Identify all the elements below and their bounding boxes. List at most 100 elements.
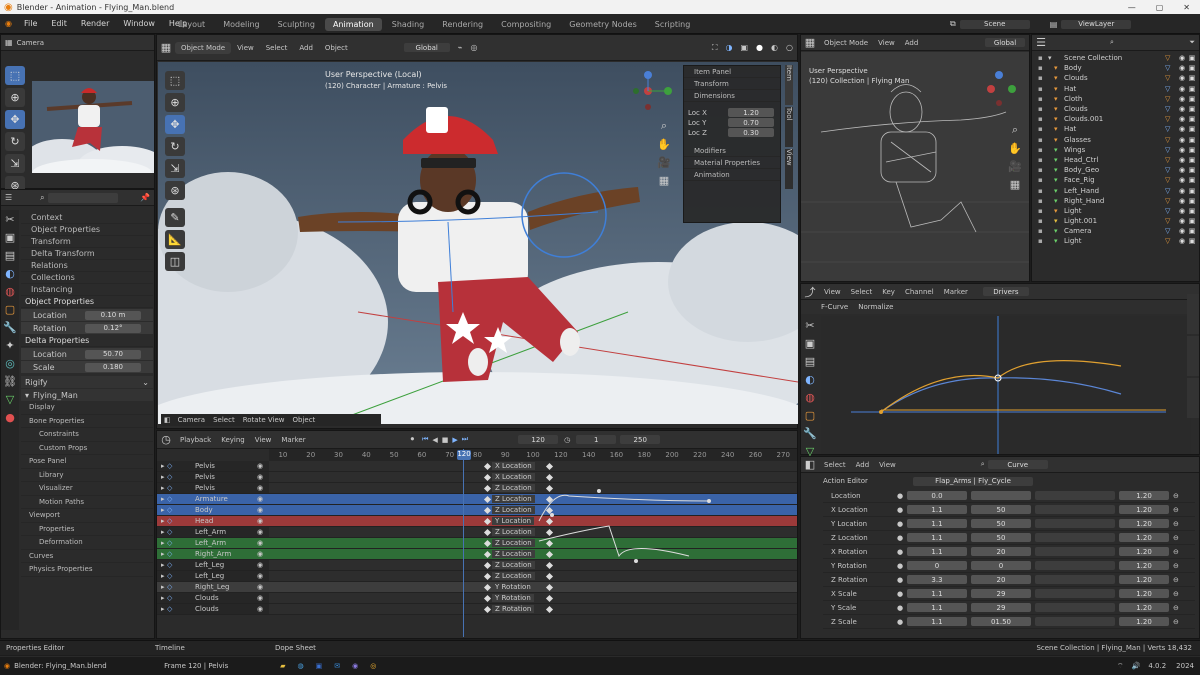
prop-section[interactable]: Instancing bbox=[21, 284, 153, 296]
menu-edit[interactable]: Edit bbox=[44, 19, 74, 28]
checkbox-icon[interactable]: ▪ bbox=[1038, 54, 1048, 62]
editor-type-icon[interactable]: ▦ bbox=[157, 39, 175, 57]
driver-field-b[interactable]: 20 bbox=[971, 575, 1031, 584]
eye-icon[interactable]: ◉ bbox=[1177, 207, 1187, 215]
driver-field-value[interactable]: 1.20 bbox=[1119, 603, 1169, 612]
expand-icon[interactable]: ▸ bbox=[157, 484, 167, 492]
link-icon[interactable]: ⊖ bbox=[1173, 562, 1183, 570]
eye-icon[interactable]: ◉ bbox=[1177, 217, 1187, 225]
jump-start-icon[interactable]: ⏮ bbox=[422, 435, 428, 444]
outliner-item[interactable]: ▪ ▾ Cloth ▽ ◉ ▣ bbox=[1038, 94, 1197, 104]
rendered-shading-icon[interactable]: ○ bbox=[782, 43, 797, 52]
link-icon[interactable]: ⊖ bbox=[1173, 548, 1183, 556]
eye-icon[interactable]: ◉ bbox=[1177, 227, 1187, 235]
tree-item[interactable]: Library bbox=[21, 469, 153, 482]
checkbox-icon[interactable]: ▪ bbox=[1038, 136, 1048, 144]
viewport-menu-object[interactable]: Object bbox=[319, 44, 354, 52]
checkbox-icon[interactable]: ▪ bbox=[1038, 95, 1048, 103]
outliner-item[interactable]: ▪ ▾ Light ▽ ◉ ▣ bbox=[1038, 236, 1197, 246]
outliner-item[interactable]: ▪ ▾ Body_Geo ▽ ◉ ▣ bbox=[1038, 165, 1197, 175]
camera-icon[interactable]: ▣ bbox=[1187, 136, 1197, 144]
tree-item[interactable]: Deformation bbox=[21, 536, 153, 550]
tree-item[interactable]: Custom Props bbox=[21, 442, 153, 455]
camera-icon[interactable]: ▣ bbox=[1187, 74, 1197, 82]
outliner-editor-icon[interactable]: ☰ bbox=[1032, 34, 1050, 52]
driver-field-b[interactable]: 0 bbox=[971, 561, 1031, 570]
right-viewport-mode[interactable]: Object Mode bbox=[819, 39, 873, 47]
outliner-item[interactable]: ▪ ▾ Body ▽ ◉ ▣ bbox=[1038, 63, 1197, 73]
n-panel-section[interactable]: Material Properties bbox=[684, 157, 780, 169]
pan-hand-icon[interactable]: ✋ bbox=[1006, 139, 1024, 157]
eye-icon[interactable]: ◉ bbox=[257, 484, 269, 492]
scale-icon[interactable]: ⇲ bbox=[165, 159, 185, 178]
graph-editor-icon[interactable]: ⤴ bbox=[801, 283, 819, 301]
editor-type-icon[interactable]: ▦ bbox=[1, 38, 17, 47]
tab-scripting[interactable]: Scripting bbox=[647, 18, 699, 31]
driver-field-c[interactable] bbox=[1035, 491, 1115, 500]
channel-row[interactable]: ▸ ◇ Clouds ◉ bbox=[157, 593, 269, 604]
tab-rendering[interactable]: Rendering bbox=[434, 18, 491, 31]
editor-type-icon[interactable]: ▦ bbox=[801, 34, 819, 52]
driver-field-c[interactable] bbox=[1035, 533, 1115, 542]
channel-row[interactable]: ▸ ◇ Head ◉ bbox=[157, 516, 269, 527]
rig-dropdown[interactable]: Rigify ⌄ bbox=[21, 376, 153, 388]
eye-icon[interactable]: ◉ bbox=[257, 528, 269, 536]
eye-icon[interactable]: ◉ bbox=[1177, 64, 1187, 72]
driver-editor-icon[interactable]: ◧ bbox=[801, 456, 819, 474]
menu-render[interactable]: Render bbox=[74, 19, 116, 28]
driver-field-a[interactable]: 1.1 bbox=[907, 547, 967, 556]
expand-icon[interactable]: ▸ bbox=[157, 561, 167, 569]
record-icon[interactable]: ⏺ bbox=[411, 435, 415, 444]
outliner-item[interactable]: ▪ ▾ Wings ▽ ◉ ▣ bbox=[1038, 145, 1197, 155]
proportional-icon[interactable]: ◎ bbox=[471, 43, 478, 52]
viewport-menu-view[interactable]: View bbox=[231, 44, 260, 52]
expand-icon[interactable]: ▸ bbox=[157, 473, 167, 481]
camera-icon[interactable]: ▣ bbox=[1187, 217, 1197, 225]
footer-item[interactable]: Rotate View bbox=[239, 416, 289, 424]
checkbox-icon[interactable]: ▪ bbox=[1038, 237, 1048, 245]
expand-icon[interactable]: ▸ bbox=[157, 528, 167, 536]
timeline-menu[interactable]: Keying bbox=[216, 436, 250, 444]
xray-toggle-icon[interactable]: ▣ bbox=[736, 43, 752, 52]
prop-section[interactable]: Collections bbox=[21, 272, 153, 284]
driver-field-c[interactable] bbox=[1035, 617, 1115, 626]
modifier-icon[interactable]: 🔧 bbox=[801, 424, 819, 442]
checkbox-icon[interactable]: ▪ bbox=[1038, 217, 1048, 225]
driver-field-b[interactable]: 29 bbox=[971, 603, 1031, 612]
driver-field-c[interactable] bbox=[1035, 561, 1115, 570]
tab-modeling[interactable]: Modeling bbox=[215, 18, 267, 31]
object-icon[interactable]: ▢ bbox=[801, 406, 819, 424]
driver-field-value[interactable]: 1.20 bbox=[1119, 561, 1169, 570]
eye-icon[interactable]: ◉ bbox=[257, 517, 269, 525]
checkbox-icon[interactable]: ▪ bbox=[1038, 74, 1048, 82]
physics-tab-icon[interactable]: ◎ bbox=[1, 354, 19, 372]
driver-field-value[interactable]: 1.20 bbox=[1119, 491, 1169, 500]
footer-item[interactable]: Camera bbox=[174, 416, 209, 424]
graph-mode-dropdown[interactable]: Drivers bbox=[982, 287, 1029, 296]
camera-icon[interactable]: ▣ bbox=[1187, 54, 1197, 62]
link-icon[interactable]: ⊖ bbox=[1173, 492, 1183, 500]
playhead-label[interactable]: 120 bbox=[457, 450, 471, 460]
channel-row[interactable]: ▸ ◇ Pelvis ◉ bbox=[157, 461, 269, 472]
tree-item[interactable]: Viewport bbox=[21, 509, 153, 523]
channel-row[interactable]: ▸ ◇ Pelvis ◉ bbox=[157, 483, 269, 494]
stop-icon[interactable]: ■ bbox=[442, 436, 449, 444]
tree-item[interactable]: Constraints bbox=[21, 428, 153, 442]
eye-icon[interactable]: ◉ bbox=[1177, 156, 1187, 164]
scene-tab-icon[interactable]: ◐ bbox=[1, 264, 19, 282]
grid-icon[interactable]: ▦ bbox=[655, 171, 673, 189]
camera-icon[interactable]: ▣ bbox=[1187, 156, 1197, 164]
expand-icon[interactable]: ▸ bbox=[157, 550, 167, 558]
eye-icon[interactable]: ◉ bbox=[1177, 105, 1187, 113]
cursor-tool-icon[interactable]: ⊕ bbox=[5, 88, 25, 107]
data-tab-icon[interactable]: ▽ bbox=[1, 390, 19, 408]
pin-icon[interactable]: 📌 bbox=[140, 193, 154, 202]
driver-field-value[interactable]: 1.20 bbox=[1119, 575, 1169, 584]
tree-item[interactable]: Pose Panel bbox=[21, 455, 153, 469]
right-viewport-menu[interactable]: View bbox=[873, 39, 900, 47]
right-navigation-gizmo[interactable] bbox=[986, 65, 1026, 115]
checkbox-icon[interactable]: ▪ bbox=[1038, 105, 1048, 113]
checkbox-icon[interactable]: ▪ bbox=[1038, 125, 1048, 133]
prop-field-value[interactable]: 0.12° bbox=[85, 323, 141, 333]
camera-icon[interactable]: ▣ bbox=[1187, 187, 1197, 195]
